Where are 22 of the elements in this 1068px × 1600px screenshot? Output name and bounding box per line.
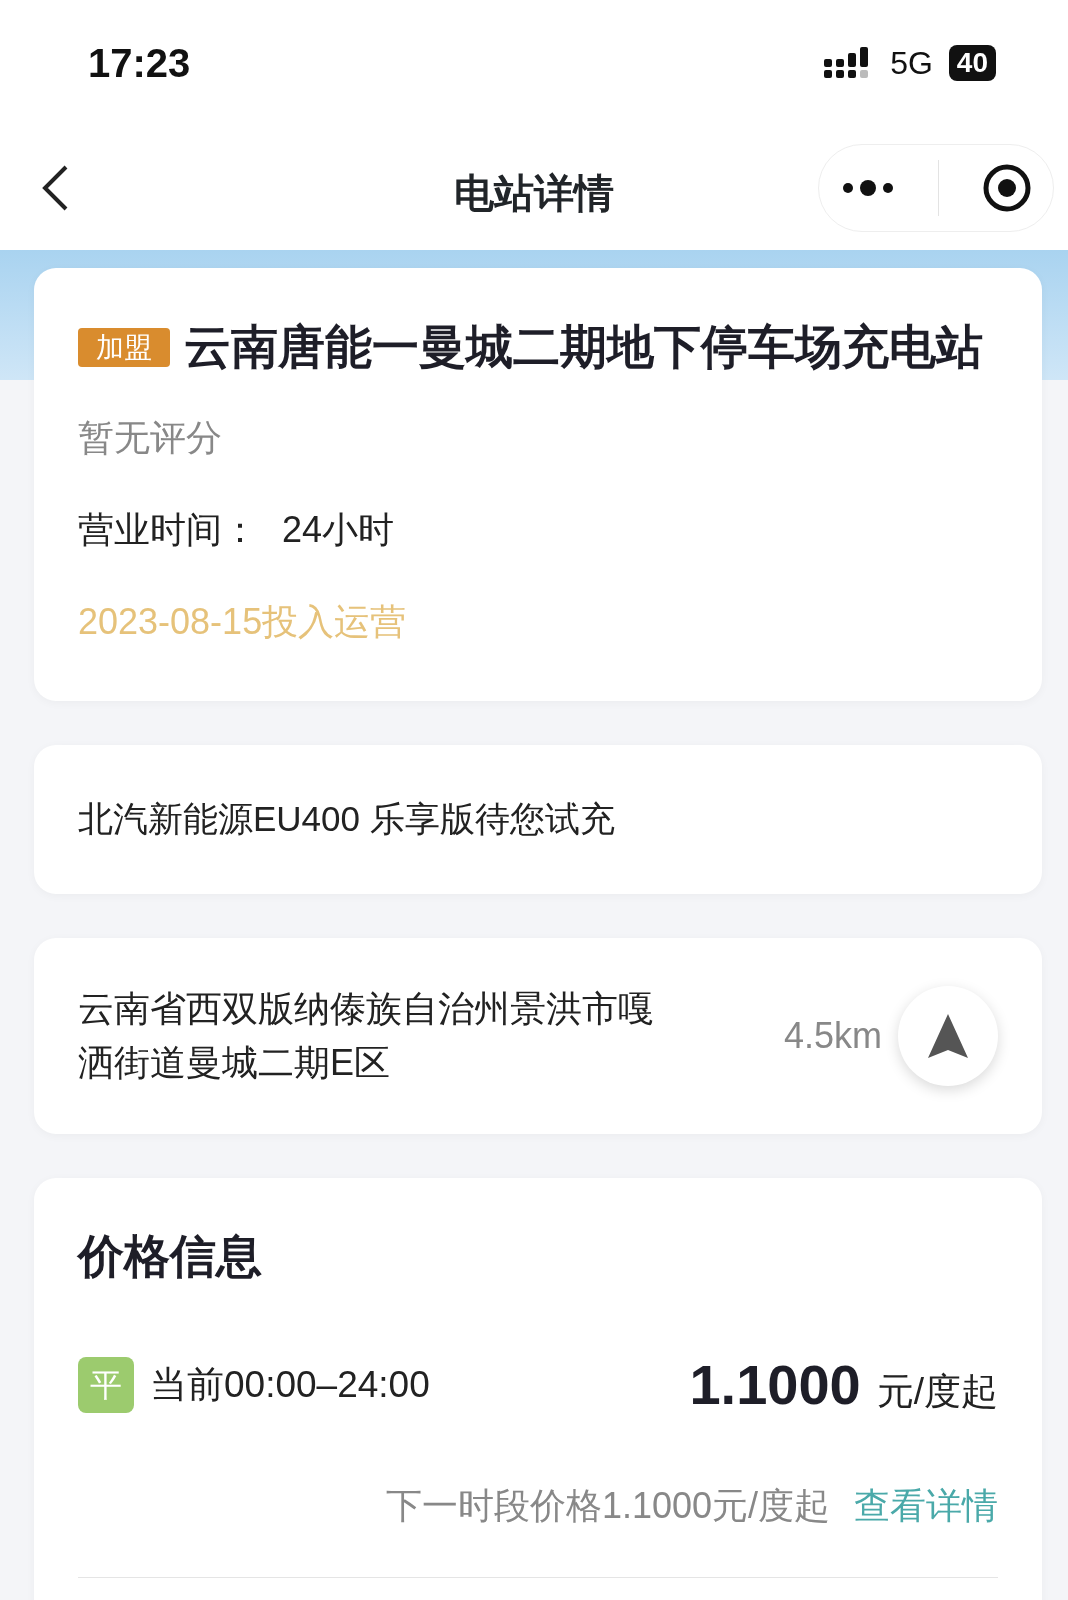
rating-text: 暂无评分	[78, 416, 223, 460]
status-time: 17:23	[88, 39, 191, 87]
back-button[interactable]	[40, 163, 70, 212]
details-link[interactable]: 查看详情	[854, 1478, 998, 1533]
period-tag: 平	[78, 1356, 134, 1413]
price-unit: 元/度起	[876, 1369, 998, 1414]
next-price-text: 下一时段价格1.1000元/度起	[385, 1483, 830, 1528]
franchise-badge: 加盟	[78, 328, 170, 367]
page-title: 电站详情	[454, 170, 614, 217]
hours-value: 24小时	[282, 508, 395, 552]
hours-label: 营业时间：	[78, 508, 258, 552]
battery-indicator: 40	[948, 44, 996, 81]
close-button[interactable]	[981, 162, 1032, 213]
section-title: 价格信息	[78, 1228, 263, 1284]
address-text: 云南省西双版纳傣族自治州景洪市嘎洒街道曼城二期E区	[78, 986, 655, 1085]
network-label: 5G	[890, 43, 933, 83]
distance-text: 4.5km	[783, 1013, 882, 1058]
station-name: 云南唐能一曼城二期地下停车场充电站	[184, 320, 983, 373]
period-text: 当前00:00–24:00	[150, 1362, 430, 1407]
price-amount: 1.1000	[689, 1351, 861, 1418]
promo-text: 北汽新能源EU400 乐享版待您试充	[78, 798, 616, 840]
opening-date: 2023-08-15投入运营	[78, 600, 408, 644]
